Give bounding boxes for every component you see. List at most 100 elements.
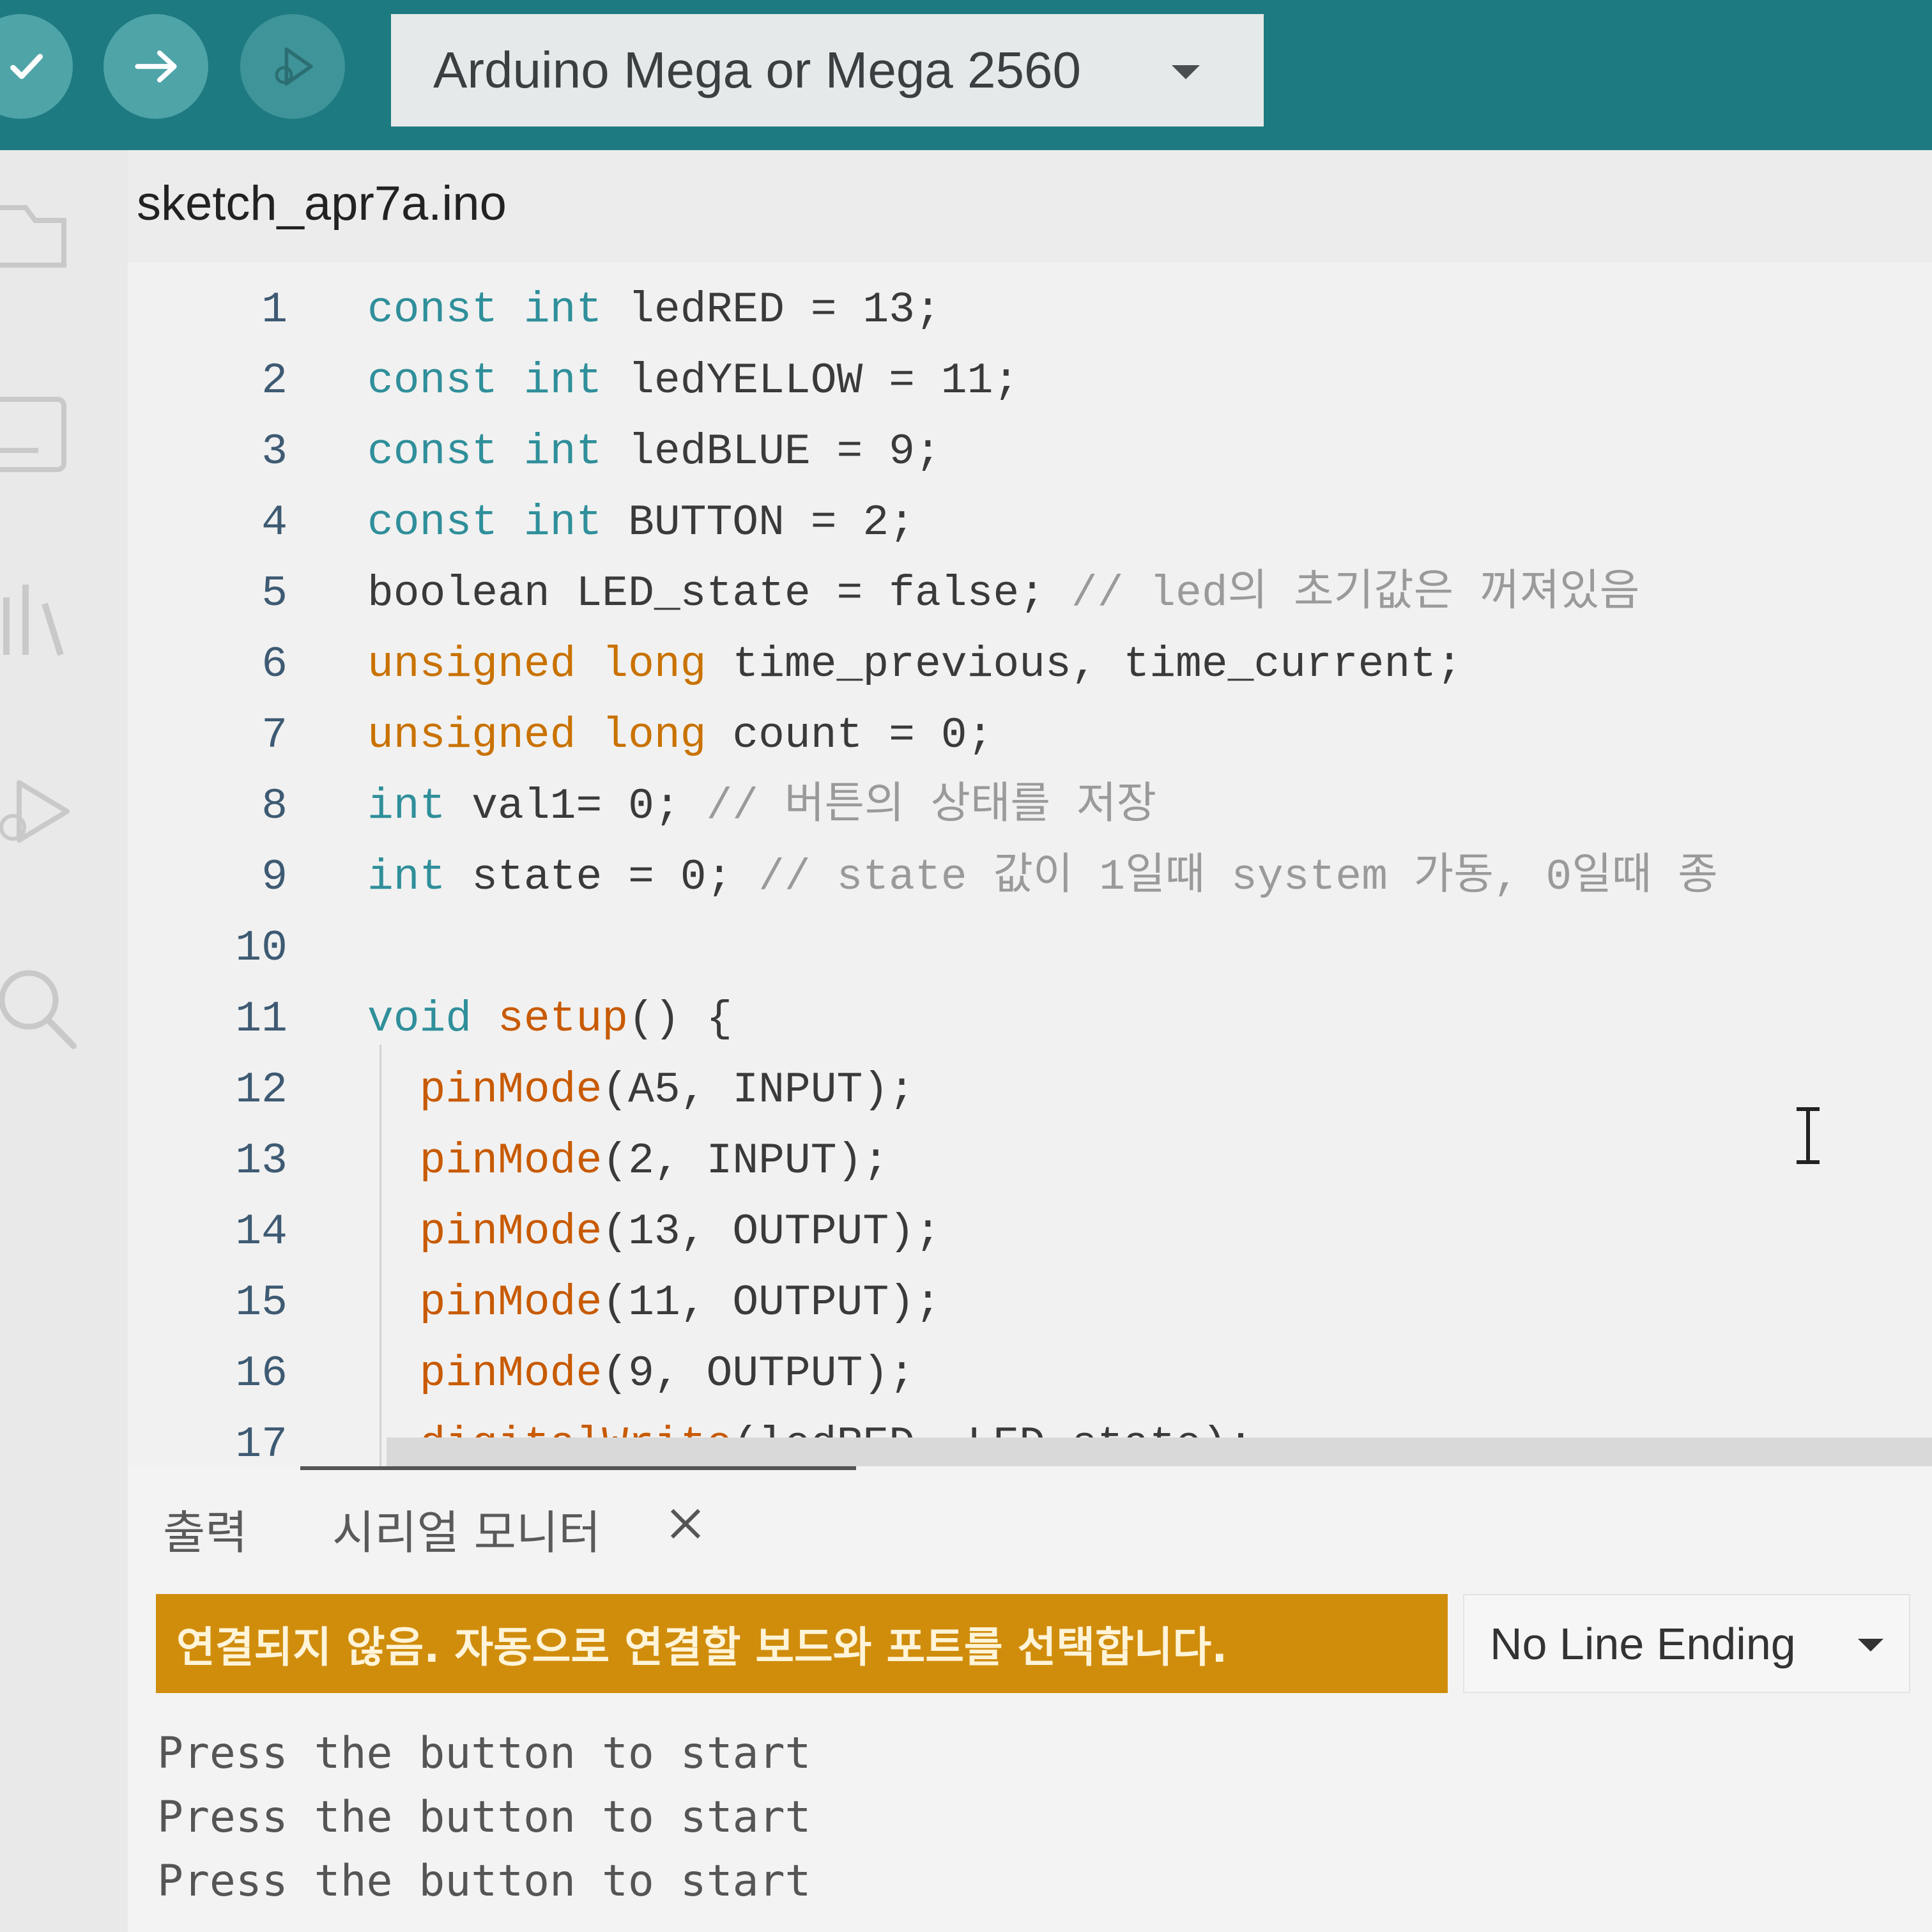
code-line[interactable]: const int BUTTON = 2; bbox=[367, 487, 915, 559]
line-number: 5 bbox=[261, 569, 288, 618]
code-token: const bbox=[367, 286, 524, 335]
code-line[interactable]: pinMode(A5, INPUT); bbox=[367, 1055, 915, 1126]
upload-button[interactable] bbox=[103, 14, 208, 119]
line-number: 13 bbox=[235, 1137, 288, 1186]
code-token: // 버튼의 상태를 저장 bbox=[706, 782, 1157, 831]
line-number: 6 bbox=[261, 640, 288, 689]
code-line[interactable]: unsigned long time_previous, time_curren… bbox=[367, 629, 1462, 701]
line-number: 4 bbox=[261, 498, 288, 548]
line-number: 16 bbox=[235, 1349, 288, 1399]
line-number: 8 bbox=[261, 782, 288, 831]
code-token: count = 0; bbox=[732, 711, 993, 760]
code-line[interactable]: pinMode(13, OUTPUT); bbox=[367, 1197, 941, 1268]
debug-button[interactable] bbox=[240, 14, 345, 119]
line-ending-label: No Line Ending bbox=[1490, 1618, 1796, 1669]
code-token: BUTTON = 2; bbox=[628, 498, 915, 548]
code-token: const bbox=[367, 427, 524, 477]
code-token: state = 0; bbox=[471, 853, 759, 902]
board-selector-label: Arduino Mega or Mega 2560 bbox=[433, 42, 1081, 98]
chevron-down-icon bbox=[1858, 1639, 1883, 1652]
code-token: pinMode bbox=[419, 1208, 602, 1257]
code-editor[interactable]: 1 2 3 4 5 6 7 8 9 10 11 12 13 14 15 16 17 const int ledR… bbox=[128, 262, 1932, 1466]
code-token: int bbox=[367, 853, 472, 902]
code-token: void bbox=[367, 995, 498, 1044]
line-number: 1 bbox=[261, 286, 288, 335]
code-token: (A5, INPUT); bbox=[602, 1066, 915, 1115]
boards-manager-button[interactable] bbox=[0, 387, 83, 476]
line-ending-select[interactable]: No Line Ending bbox=[1463, 1594, 1910, 1693]
file-tab-bar: sketch_apr7a.ino bbox=[128, 150, 1932, 262]
check-icon bbox=[10, 54, 43, 79]
code-token: long bbox=[602, 711, 733, 760]
line-number: 15 bbox=[235, 1278, 288, 1328]
code-line[interactable]: unsigned long count = 0; bbox=[367, 700, 993, 772]
code-token: // led의 초기값은 꺼져있음 bbox=[1071, 569, 1640, 618]
line-number: 9 bbox=[261, 853, 288, 902]
chevron-down-icon bbox=[1172, 65, 1200, 79]
serial-output-line: Press the button to start bbox=[157, 1856, 811, 1906]
code-token: long bbox=[602, 640, 733, 689]
debug-icon bbox=[275, 47, 313, 86]
code-token: setup bbox=[498, 995, 629, 1044]
code-line[interactable]: pinMode(11, OUTPUT); bbox=[367, 1268, 941, 1339]
sketchbook-button[interactable] bbox=[0, 182, 83, 272]
library-icon bbox=[3, 585, 64, 656]
code-token: ledRED = 13; bbox=[628, 286, 941, 335]
code-token: int bbox=[523, 356, 629, 406]
connection-warning-banner: 연결되지 않음. 자동으로 연결할 보드와 포트를 선택합니다. bbox=[156, 1594, 1448, 1693]
code-token: unsigned bbox=[367, 711, 602, 760]
code-token: () { bbox=[628, 995, 733, 1044]
board-selector[interactable]: Arduino Mega or Mega 2560 bbox=[391, 14, 1264, 126]
code-line[interactable]: int state = 0; // state 값이 1일때 system 가동… bbox=[367, 842, 1718, 914]
code-token: const bbox=[367, 356, 524, 406]
board-icon bbox=[0, 397, 66, 472]
line-number: 7 bbox=[261, 711, 288, 760]
serial-output: Press the button to start Press the butt… bbox=[157, 1722, 1882, 1913]
code-token: pinMode bbox=[419, 1066, 602, 1115]
code-token: (2, INPUT); bbox=[602, 1137, 889, 1186]
code-token: val1= 0; bbox=[471, 782, 707, 831]
line-number: 12 bbox=[235, 1066, 288, 1115]
active-tab-indicator bbox=[300, 1466, 856, 1470]
arrow-right-icon bbox=[135, 50, 177, 82]
code-line[interactable]: int val1= 0; // 버튼의 상태를 저장 bbox=[367, 771, 1156, 843]
line-number-gutter: 1 2 3 4 5 6 7 8 9 10 11 12 13 14 15 16 17 bbox=[128, 262, 300, 1466]
code-token: unsigned bbox=[367, 640, 602, 689]
code-line[interactable]: const int ledBLUE = 9; bbox=[367, 417, 941, 488]
code-line[interactable]: pinMode(2, INPUT); bbox=[367, 1126, 889, 1197]
close-icon[interactable] bbox=[663, 1501, 708, 1546]
file-tab-sketch[interactable]: sketch_apr7a.ino bbox=[137, 176, 507, 231]
code-token: pinMode bbox=[419, 1349, 602, 1399]
bottom-panel: 출력 시리얼 모니터 연결되지 않음. 자동으로 연결할 보드와 포트를 선택합… bbox=[128, 1466, 1932, 1932]
code-token: pinMode bbox=[419, 1278, 602, 1328]
code-token: (9, OUTPUT); bbox=[602, 1349, 915, 1399]
code-line[interactable]: const int ledRED = 13; bbox=[367, 275, 941, 346]
sidebar bbox=[0, 150, 128, 1932]
library-manager-button[interactable] bbox=[0, 572, 83, 661]
code-line[interactable]: void setup() { bbox=[367, 984, 732, 1055]
code-line[interactable]: pinMode(9, OUTPUT); bbox=[367, 1338, 915, 1410]
verify-button[interactable] bbox=[0, 14, 73, 119]
code-token: int bbox=[523, 286, 629, 335]
code-token: // state 값이 1일때 system 가동, 0일때 종 bbox=[758, 853, 1718, 902]
code-token: int bbox=[523, 498, 629, 548]
tab-output[interactable]: 출력 bbox=[163, 1495, 247, 1562]
line-number: 11 bbox=[235, 995, 288, 1044]
line-number: 14 bbox=[235, 1208, 288, 1257]
code-token: const bbox=[367, 498, 524, 548]
folder-icon bbox=[0, 205, 66, 268]
line-number: 10 bbox=[235, 924, 288, 973]
code-line[interactable]: const int ledYELLOW = 11; bbox=[367, 346, 1019, 417]
search-button[interactable] bbox=[0, 962, 83, 1051]
code-token: int bbox=[367, 782, 472, 831]
debug-icon bbox=[0, 780, 70, 843]
tab-serial-monitor[interactable]: 시리얼 모니터 bbox=[332, 1495, 601, 1562]
code-line[interactable]: boolean LED_state = false; // led의 초기값은 … bbox=[367, 558, 1639, 630]
search-icon bbox=[0, 970, 77, 1049]
horizontal-scrollbar[interactable] bbox=[387, 1438, 1932, 1466]
toolbar: Arduino Mega or Mega 2560 bbox=[0, 0, 1932, 150]
debug-panel-button[interactable] bbox=[0, 763, 83, 853]
